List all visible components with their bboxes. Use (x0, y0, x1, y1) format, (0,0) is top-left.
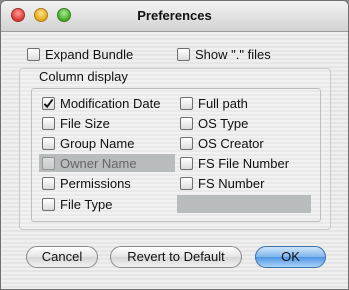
group-name-checkbox[interactable] (42, 136, 55, 150)
expand-bundle-checkbox[interactable] (27, 47, 40, 61)
fs-file-number-option[interactable]: FS File Number (180, 154, 289, 172)
expand-bundle-option[interactable]: Expand Bundle (27, 45, 133, 63)
show-dot-files-label: Show "." files (195, 46, 271, 62)
empty-slot-highlight (177, 195, 311, 213)
revert-to-default-button[interactable]: Revert to Default (110, 246, 242, 268)
modification-date-checkbox[interactable] (42, 96, 55, 110)
owner-name-option[interactable]: Owner Name (42, 154, 137, 172)
modification-date-option[interactable]: Modification Date (42, 94, 160, 112)
file-size-checkbox[interactable] (42, 116, 55, 130)
show-dot-files-checkbox[interactable] (177, 47, 190, 61)
group-name-option[interactable]: Group Name (42, 134, 134, 152)
permissions-option[interactable]: Permissions (42, 174, 131, 192)
file-size-label: File Size (60, 115, 110, 131)
permissions-checkbox[interactable] (42, 176, 55, 190)
full-path-option[interactable]: Full path (180, 94, 248, 112)
os-creator-checkbox[interactable] (180, 136, 193, 150)
fs-file-number-checkbox[interactable] (180, 156, 193, 170)
preferences-content: Expand Bundle Show "." files Column disp… (1, 32, 348, 289)
file-type-checkbox[interactable] (42, 197, 55, 211)
os-type-label: OS Type (198, 115, 249, 131)
modification-date-label: Modification Date (60, 95, 161, 111)
expand-bundle-label: Expand Bundle (45, 46, 134, 62)
file-type-option[interactable]: File Type (42, 195, 113, 213)
fs-number-option[interactable]: FS Number (180, 174, 264, 192)
preferences-window: Preferences Expand Bundle Show "." files… (0, 0, 349, 290)
os-type-checkbox[interactable] (180, 116, 193, 130)
checkmark-icon (43, 98, 54, 108)
show-dot-files-option[interactable]: Show "." files (177, 45, 271, 63)
file-size-option[interactable]: File Size (42, 114, 110, 132)
fs-number-label: FS Number (198, 175, 265, 191)
group-name-label: Group Name (60, 135, 135, 151)
full-path-label: Full path (198, 95, 248, 111)
window-title: Preferences (137, 8, 212, 23)
owner-name-checkbox[interactable] (42, 156, 55, 170)
permissions-label: Permissions (60, 175, 131, 191)
title-bar: Preferences (1, 1, 348, 32)
fs-number-checkbox[interactable] (180, 176, 193, 190)
ok-button[interactable]: OK (255, 246, 326, 268)
fs-file-number-label: FS File Number (198, 155, 290, 171)
os-creator-option[interactable]: OS Creator (180, 134, 264, 152)
file-type-label: File Type (60, 196, 113, 212)
owner-name-label: Owner Name (60, 155, 137, 171)
full-path-checkbox[interactable] (180, 96, 193, 110)
os-creator-label: OS Creator (198, 135, 264, 151)
os-type-option[interactable]: OS Type (180, 114, 248, 132)
cancel-button[interactable]: Cancel (26, 246, 98, 268)
column-display-label: Column display (39, 69, 128, 84)
